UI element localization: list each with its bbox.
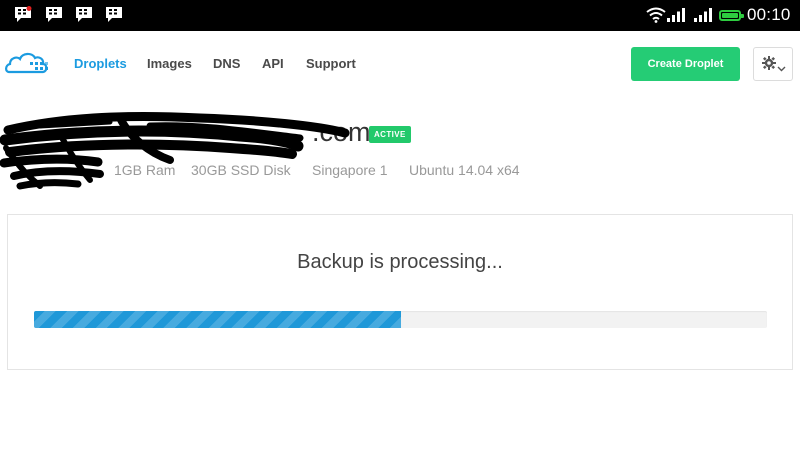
spec-region: Singapore 1	[312, 162, 388, 178]
bbm-icon	[104, 6, 122, 24]
battery-icon	[719, 10, 744, 21]
redaction-scribble	[0, 112, 350, 190]
bbm-icon	[74, 6, 92, 24]
chevron-down-icon	[777, 59, 786, 77]
backup-progress-fill	[34, 311, 401, 328]
settings-dropdown-button[interactable]	[753, 47, 793, 81]
status-time: 00:10	[747, 5, 791, 24]
bbm-icon	[44, 6, 62, 24]
signal-icon	[667, 8, 685, 27]
nav-dns[interactable]: DNS	[213, 56, 240, 71]
spec-ram: 1GB Ram	[114, 162, 176, 178]
backup-progress-bar	[34, 311, 767, 328]
wifi-icon	[646, 7, 666, 28]
spec-os: Ubuntu 14.04 x64	[409, 162, 520, 178]
cloud-logo-icon[interactable]	[5, 48, 51, 78]
android-status-bar: 00:10	[0, 0, 800, 31]
nav-support[interactable]: Support	[306, 56, 356, 71]
nav-images[interactable]: Images	[147, 56, 192, 71]
backup-panel: Backup is processing...	[7, 214, 793, 370]
signal-icon	[694, 8, 712, 27]
spec-disk: 30GB SSD Disk	[191, 162, 291, 178]
top-navigation: Droplets Images DNS API Support Create D…	[0, 31, 800, 97]
nav-droplets[interactable]: Droplets	[74, 56, 127, 71]
nav-api[interactable]: API	[262, 56, 284, 71]
create-droplet-button[interactable]: Create Droplet	[631, 47, 740, 81]
bbm-icon	[13, 6, 32, 24]
status-badge: ACTIVE	[369, 126, 411, 143]
gear-icon	[762, 56, 776, 75]
backup-status-title: Backup is processing...	[297, 251, 503, 273]
